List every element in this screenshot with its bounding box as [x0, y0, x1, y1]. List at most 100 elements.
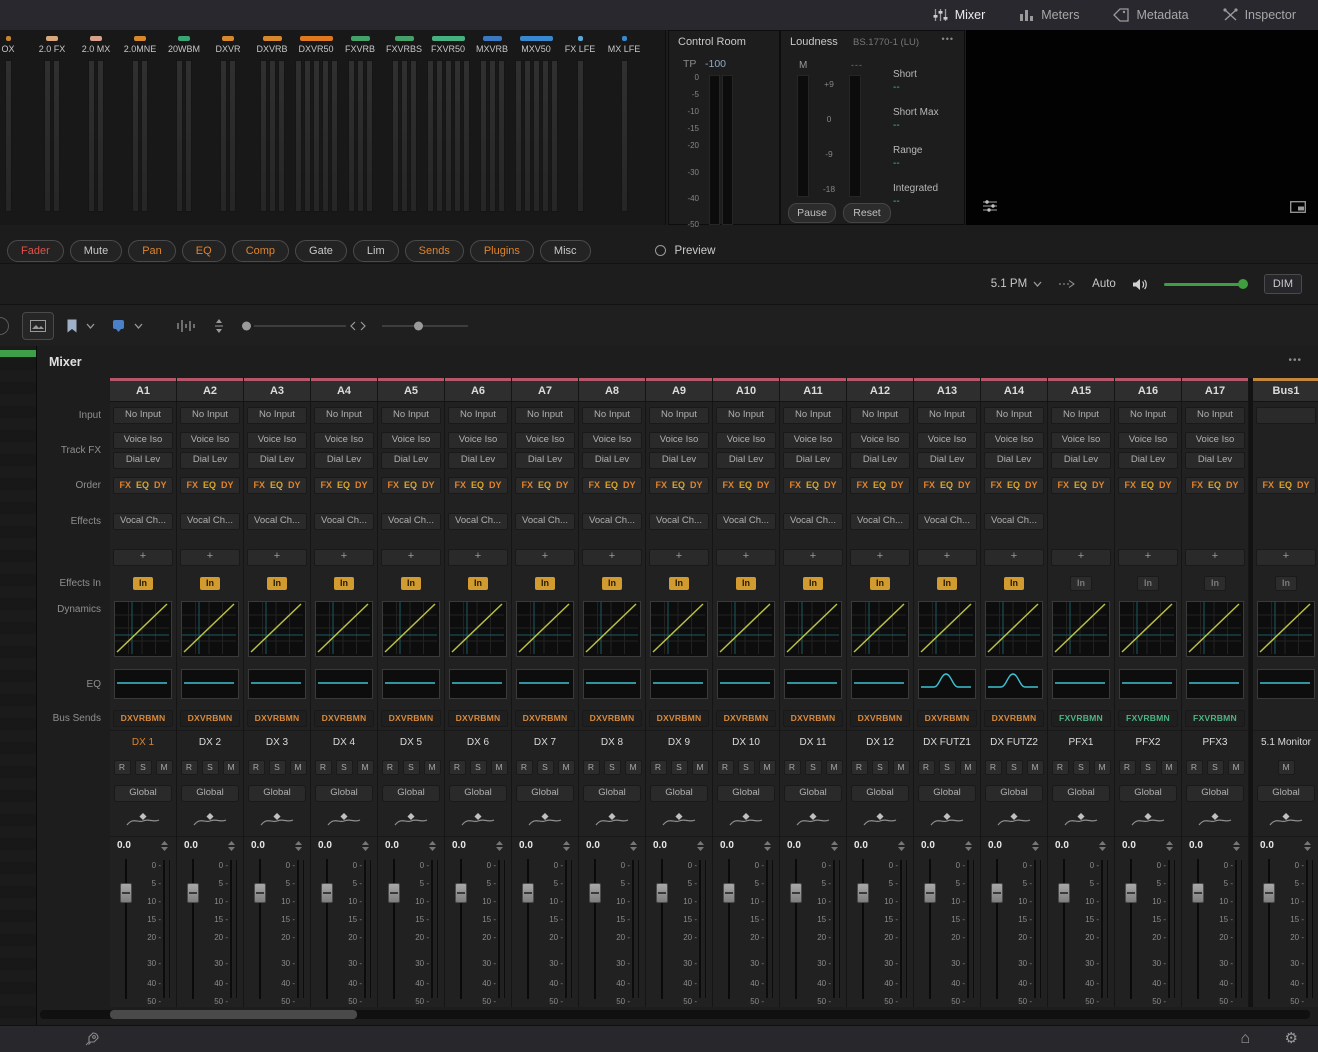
pan-control[interactable]: [124, 812, 162, 829]
eq-graph[interactable]: [248, 669, 306, 699]
global-button[interactable]: Global: [1257, 784, 1315, 802]
eq-graph[interactable]: [985, 669, 1043, 699]
order-control[interactable]: FX EQ DY: [515, 476, 575, 494]
channel-header[interactable]: A15: [1048, 378, 1114, 402]
waveform-icon[interactable]: [176, 319, 196, 333]
effects-in-toggle[interactable]: In: [1275, 575, 1297, 591]
track-fx-plugin[interactable]: Dial Lev: [716, 451, 776, 469]
rsm-s-button[interactable]: S: [670, 759, 688, 775]
rsm-s-button[interactable]: S: [938, 759, 956, 775]
bus-send[interactable]: DXVRBMN: [247, 709, 307, 727]
input-select[interactable]: No Input: [113, 406, 173, 424]
order-control[interactable]: FX EQ DY: [716, 476, 776, 494]
add-effect-button[interactable]: +: [515, 548, 575, 566]
bus-send[interactable]: DXVRBMN: [917, 709, 977, 727]
track-fx-plugin[interactable]: Dial Lev: [582, 451, 642, 469]
loudness-options-icon[interactable]: •••: [942, 34, 954, 44]
input-select[interactable]: No Input: [448, 406, 508, 424]
rsm-s-button[interactable]: S: [201, 759, 219, 775]
track-fx-plugin[interactable]: Voice Iso: [582, 431, 642, 449]
dynamics-graph[interactable]: [315, 601, 373, 657]
rsm-r-button[interactable]: R: [582, 759, 600, 775]
channel-name[interactable]: DX 3: [266, 737, 288, 748]
channel-name[interactable]: DX 12: [866, 737, 894, 748]
dynamics-graph[interactable]: [1257, 601, 1315, 657]
preview-group[interactable]: Preview: [654, 245, 715, 257]
track-fx-plugin[interactable]: Voice Iso: [1118, 431, 1178, 449]
channel-header[interactable]: A5: [378, 378, 444, 402]
fader-handle[interactable]: [790, 883, 802, 903]
fader-handle[interactable]: [589, 883, 601, 903]
pan-control[interactable]: [593, 812, 631, 829]
effect-slot[interactable]: Vocal Ch...: [850, 512, 910, 530]
order-control[interactable]: FX EQ DY: [1185, 476, 1245, 494]
eq-graph[interactable]: [516, 669, 574, 699]
channel-name[interactable]: DX 1: [132, 737, 154, 748]
rsm-r-button[interactable]: R: [783, 759, 801, 775]
global-button[interactable]: Global: [114, 784, 172, 802]
bus-send[interactable]: DXVRBMN: [783, 709, 843, 727]
pan-control[interactable]: [794, 812, 832, 829]
input-select[interactable]: No Input: [314, 406, 374, 424]
tab-misc[interactable]: Misc: [539, 239, 591, 262]
volume-slider-handle[interactable]: [1237, 279, 1248, 289]
rsm-r-button[interactable]: R: [850, 759, 868, 775]
flag-chevron-icon[interactable]: [86, 323, 95, 329]
track-fx-plugin[interactable]: Voice Iso: [381, 431, 441, 449]
fader-track[interactable]: [1268, 859, 1270, 999]
bus-send[interactable]: DXVRBMN: [180, 709, 240, 727]
channel-name[interactable]: PFX3: [1202, 737, 1227, 748]
add-effect-button[interactable]: +: [381, 548, 441, 566]
eq-graph[interactable]: [717, 669, 775, 699]
bus-send[interactable]: DXVRBMN: [314, 709, 374, 727]
fader-track[interactable]: [1130, 859, 1132, 999]
effect-slot[interactable]: Vocal Ch...: [917, 512, 977, 530]
preview-toggle-icon[interactable]: [654, 245, 666, 256]
add-effect-button[interactable]: +: [180, 548, 240, 566]
dynamics-graph[interactable]: [784, 601, 842, 657]
marker-icon[interactable]: [112, 319, 125, 333]
fader-handle[interactable]: [1192, 883, 1204, 903]
fader-track[interactable]: [1197, 859, 1199, 999]
eq-graph[interactable]: [1119, 669, 1177, 699]
channel-name[interactable]: DX 2: [199, 737, 221, 748]
dynamics-graph[interactable]: [851, 601, 909, 657]
dynamics-graph[interactable]: [114, 601, 172, 657]
tab-fader[interactable]: Fader: [7, 239, 64, 262]
dynamics-graph[interactable]: [1052, 601, 1110, 657]
input-select[interactable]: No Input: [247, 406, 307, 424]
track-fx-plugin[interactable]: Voice Iso: [850, 431, 910, 449]
fader-track[interactable]: [259, 859, 261, 999]
channel-name[interactable]: 5.1 Monitor: [1261, 737, 1311, 748]
vertical-zoom-icon[interactable]: [214, 318, 224, 334]
dynamics-graph[interactable]: [583, 601, 641, 657]
eq-graph[interactable]: [181, 669, 239, 699]
add-effect-button[interactable]: +: [649, 548, 709, 566]
channel-name[interactable]: DX 11: [799, 737, 826, 748]
fader-handle[interactable]: [991, 883, 1003, 903]
dim-button[interactable]: DIM: [1263, 274, 1302, 294]
tab-plugins[interactable]: Plugins: [469, 239, 534, 262]
input-select[interactable]: [1256, 406, 1316, 424]
rsm-r-button[interactable]: R: [247, 759, 265, 775]
channel-name[interactable]: DX 9: [668, 737, 690, 748]
effects-in-toggle[interactable]: In: [334, 576, 354, 590]
global-button[interactable]: Global: [650, 784, 708, 802]
workspace-button-mixer[interactable]: Mixer: [933, 8, 985, 22]
pan-control[interactable]: [526, 812, 564, 829]
fader-handle[interactable]: [723, 883, 735, 903]
track-fx-plugin[interactable]: Dial Lev: [649, 451, 709, 469]
effects-in-toggle[interactable]: In: [267, 576, 287, 590]
fader-handle[interactable]: [321, 883, 333, 903]
pan-control[interactable]: [660, 812, 698, 829]
input-select[interactable]: No Input: [716, 406, 776, 424]
channel-header[interactable]: A11: [780, 378, 846, 402]
tab-lim[interactable]: Lim: [352, 239, 399, 262]
global-button[interactable]: Global: [315, 784, 373, 802]
snap-icon[interactable]: [0, 316, 9, 335]
rsm-m-button[interactable]: M: [490, 759, 508, 775]
input-select[interactable]: No Input: [984, 406, 1044, 424]
rsm-s-button[interactable]: S: [603, 759, 621, 775]
channel-name[interactable]: DX 10: [732, 737, 760, 748]
rsm-m-button[interactable]: M: [289, 759, 307, 775]
